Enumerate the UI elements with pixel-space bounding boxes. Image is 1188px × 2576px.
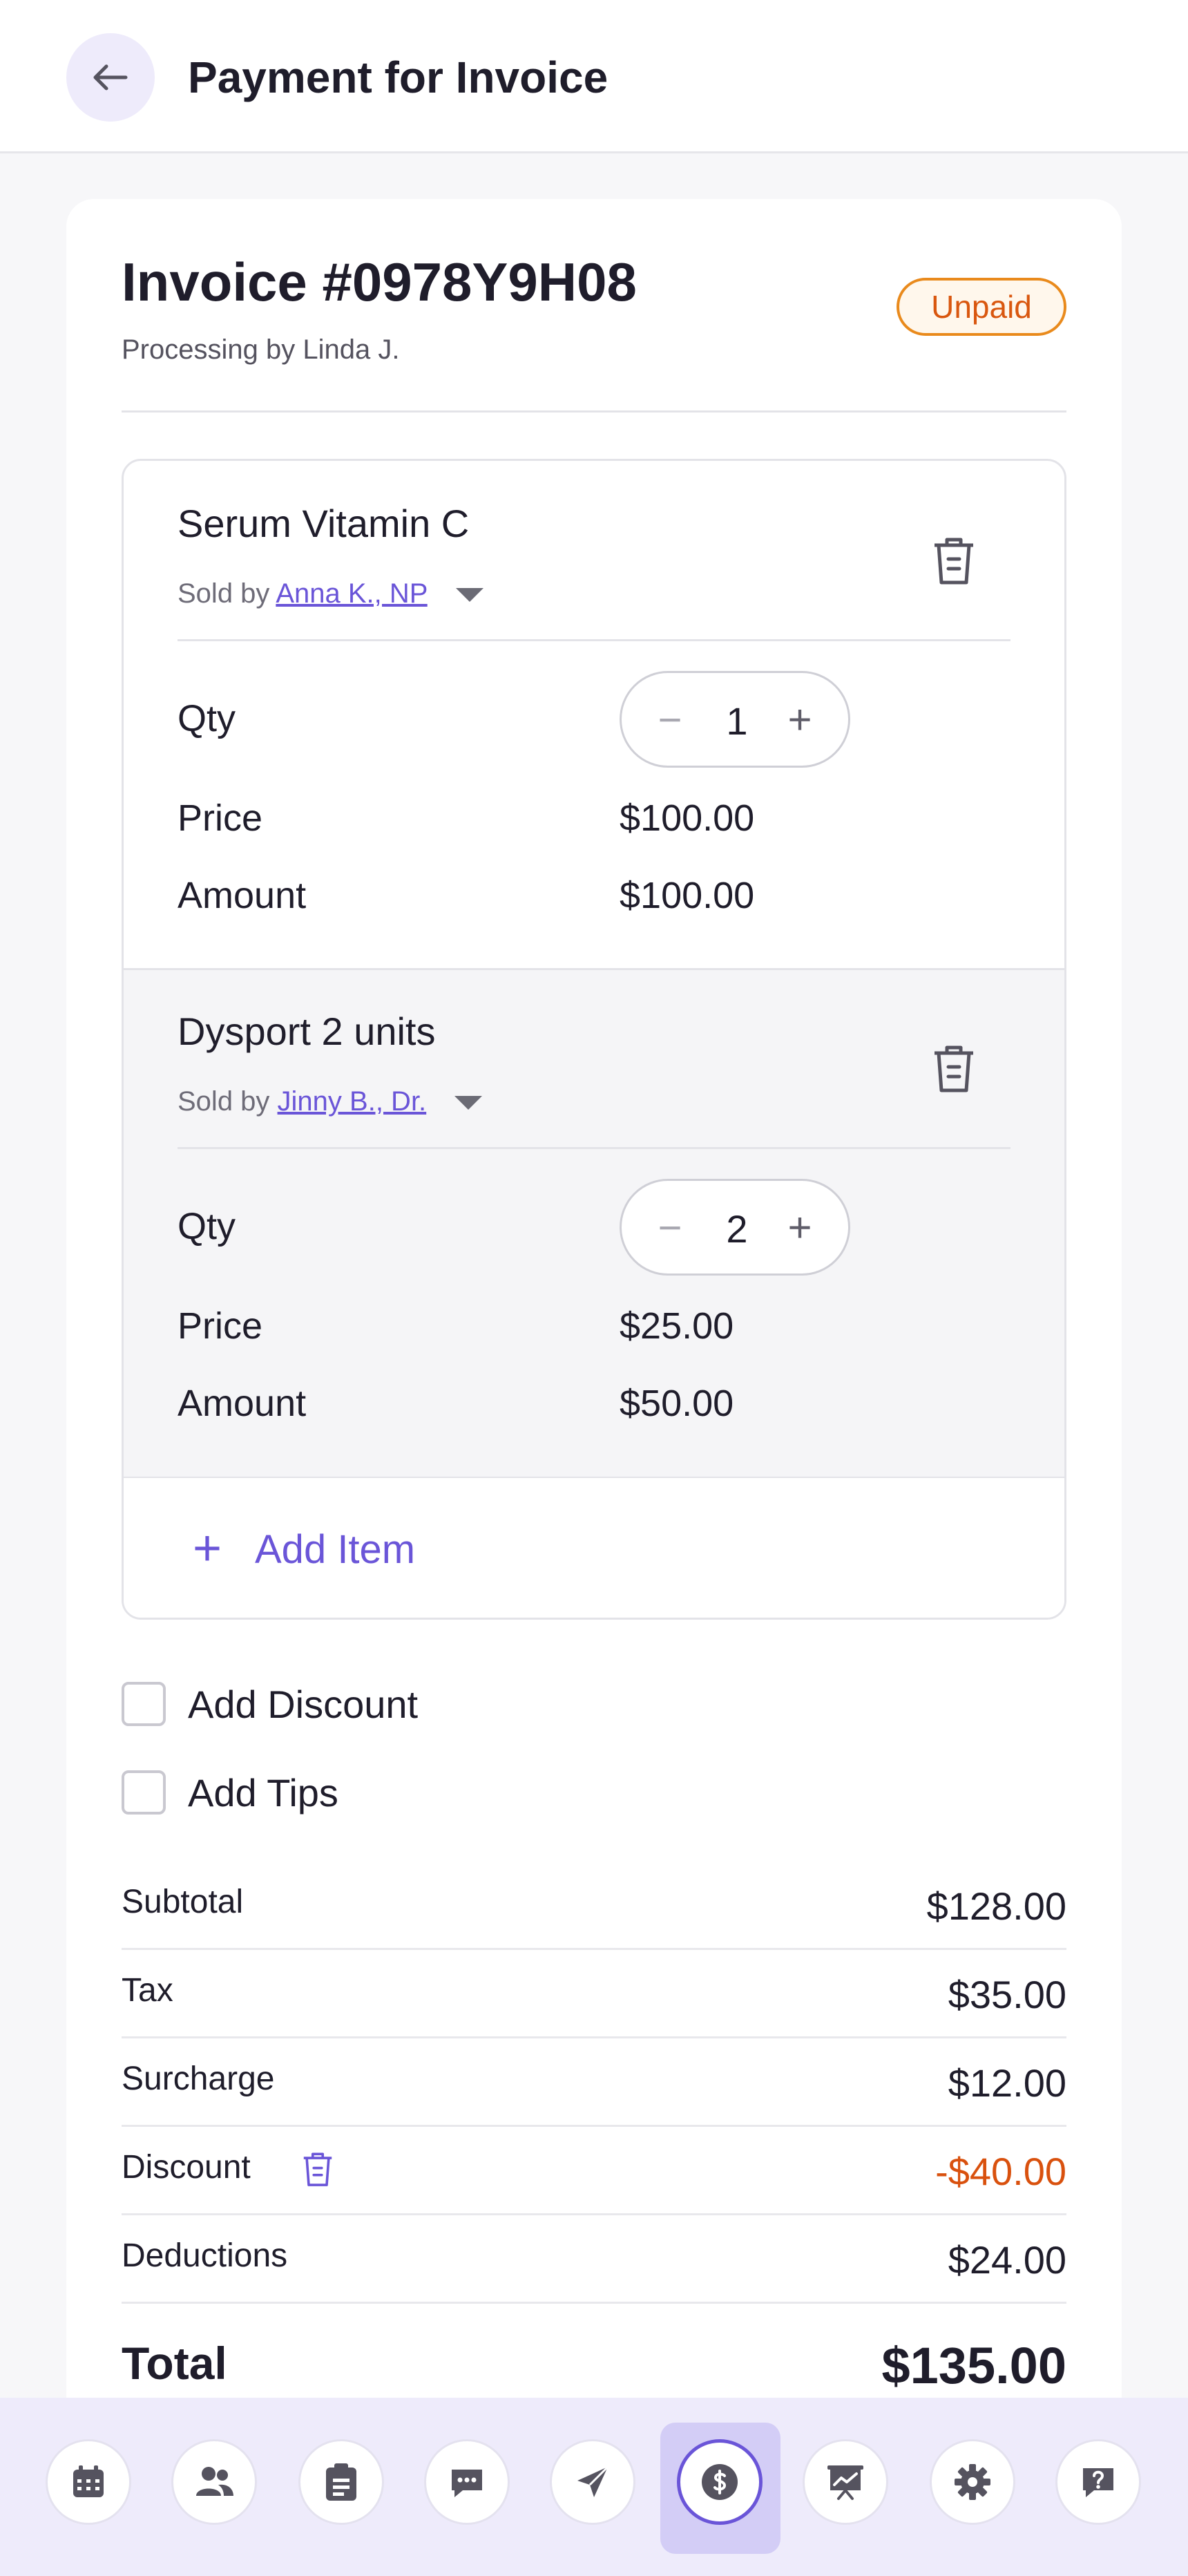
calendar-icon [73,2465,104,2497]
status-badge: Unpaid [897,278,1066,336]
discount-value: -$40.00 [935,2150,1066,2193]
price-label: Price [178,797,263,839]
nav-calendar[interactable] [46,2439,131,2525]
subtotal-row: Subtotal $128.00 [122,1862,1066,1950]
item-name: Dysport 2 units [178,1010,436,1053]
divider [122,410,1066,413]
total-value: $135.00 [881,2337,1067,2394]
subtotal-label: Subtotal [122,1884,244,1920]
trash-icon[interactable] [929,533,979,588]
list-item: Serum Vitamin C Sold by Anna K., NP Qty … [124,461,1064,969]
total-label: Total [122,2338,227,2389]
discount-label: Discount [122,2149,251,2186]
amount-label: Amount [178,1383,307,1424]
presentation-chart-icon [827,2465,863,2500]
price-value: $100.00 [620,797,755,839]
trash-icon[interactable] [929,1041,979,1096]
trash-icon[interactable] [300,2149,336,2189]
add-item-button[interactable]: + Add Item [124,1478,1064,1618]
subtotal-value: $128.00 [926,1884,1066,1928]
increment-button[interactable]: + [772,1202,827,1257]
deductions-row: Deductions $24.00 [122,2215,1066,2304]
seller-link[interactable]: Jinny B., Dr. [278,1086,427,1117]
nav-clients[interactable] [171,2439,257,2525]
item-name: Serum Vitamin C [178,502,470,545]
page-title: Payment for Invoice [188,53,609,102]
send-icon [577,2465,609,2497]
decrement-button[interactable]: − [642,1202,698,1257]
price-value: $25.00 [620,1305,734,1347]
surcharge-label: Surcharge [122,2061,275,2097]
nav-messages[interactable] [424,2439,510,2525]
quantity-stepper: − 2 + [620,1179,850,1276]
quantity-value[interactable]: 2 [698,1203,776,1256]
item-sold-by: Sold by Jinny B., Dr. [178,1083,483,1119]
deductions-label: Deductions [122,2237,288,2274]
price-label: Price [178,1305,263,1347]
item-sold-by: Sold by Anna K., NP [178,576,483,612]
add-tips-checkbox[interactable] [122,1770,166,1815]
seller-link[interactable]: Anna K., NP [276,578,427,609]
increment-button[interactable]: + [772,694,827,749]
add-item-label: Add Item [255,1527,416,1572]
nav-campaigns[interactable] [550,2439,635,2525]
add-discount-label: Add Discount [188,1683,419,1726]
qty-label: Qty [178,1206,236,1247]
chevron-down-icon[interactable] [455,588,483,603]
nav-settings[interactable] [930,2439,1015,2525]
dollar-icon [702,2464,738,2500]
amount-value: $50.00 [620,1383,734,1424]
quantity-stepper: − 1 + [620,671,850,768]
help-icon [1083,2468,1113,2497]
discount-row: Discount -$40.00 [122,2127,1066,2215]
tax-value: $35.00 [948,1973,1066,2016]
plus-icon: + [193,1521,222,1576]
quantity-value[interactable]: 1 [698,695,776,748]
amount-value: $100.00 [620,875,755,916]
nav-payments[interactable] [677,2439,763,2525]
gear-icon [955,2464,990,2500]
sold-by-prefix: Sold by [178,1086,270,1117]
amount-label: Amount [178,875,307,916]
app-header: Payment for Invoice [0,0,1188,153]
qty-label: Qty [178,698,236,739]
items-list: Serum Vitamin C Sold by Anna K., NP Qty … [122,459,1066,1620]
chevron-down-icon[interactable] [454,1096,483,1110]
divider [178,1147,1010,1149]
nav-forms[interactable] [298,2439,384,2525]
arrow-left-icon [93,64,128,91]
clipboard-icon [326,2463,356,2501]
tax-label: Tax [122,1972,173,2009]
sold-by-prefix: Sold by [178,578,270,609]
tax-row: Tax $35.00 [122,1950,1066,2038]
decrement-button[interactable]: − [642,694,698,749]
bottom-nav [0,2398,1188,2576]
list-item: Dysport 2 units Sold by Jinny B., Dr. Qt… [124,970,1064,1479]
surcharge-value: $12.00 [948,2061,1066,2105]
divider [178,639,1010,641]
add-discount-checkbox[interactable] [122,1682,166,1726]
surcharge-row: Surcharge $12.00 [122,2038,1066,2127]
add-tips-label: Add Tips [188,1771,338,1815]
deductions-value: $24.00 [948,2238,1066,2282]
nav-help[interactable] [1055,2439,1141,2525]
back-button[interactable] [66,33,155,122]
chat-icon [452,2470,482,2497]
invoice-title: Invoice #0978Y9H08 [122,252,637,312]
nav-reports[interactable] [803,2439,888,2525]
invoice-processing: Processing by Linda J. [122,334,400,365]
users-icon [196,2467,233,2496]
